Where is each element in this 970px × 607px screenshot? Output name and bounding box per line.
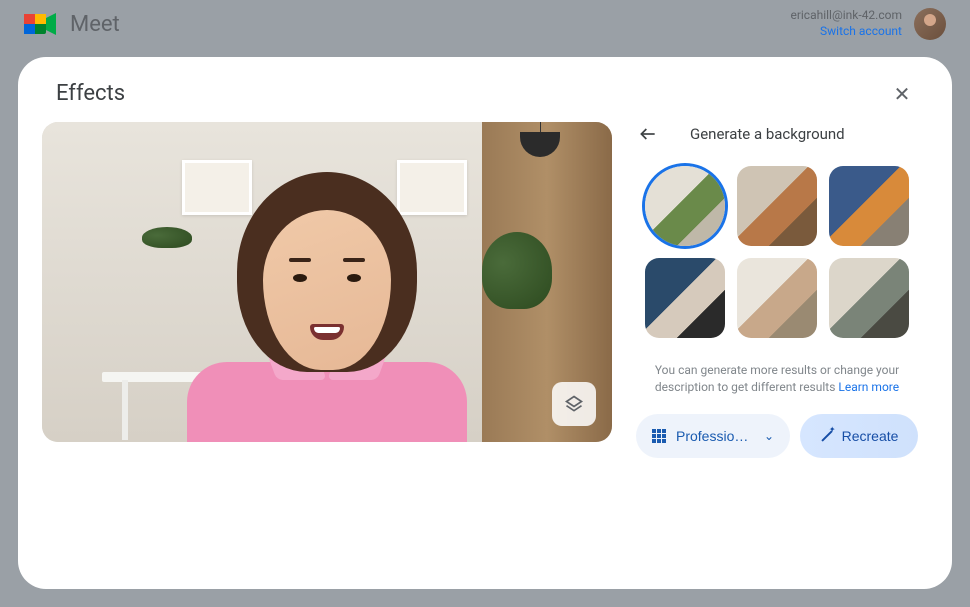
close-icon[interactable]: ✕	[890, 82, 914, 106]
product-name: Meet	[70, 12, 120, 37]
meet-logo-icon	[24, 10, 60, 38]
background-option-bright-office[interactable]	[737, 258, 817, 338]
bg-plant	[142, 227, 192, 257]
header-left: Meet	[24, 10, 120, 38]
modal-header: Effects ✕	[38, 81, 932, 122]
recreate-button[interactable]: Recreate	[800, 414, 918, 458]
account-info: ericahill@ink-42.com Switch account	[790, 8, 902, 39]
background-grid	[636, 166, 918, 338]
panel-title: Generate a background	[690, 125, 845, 143]
wand-icon	[820, 429, 834, 443]
panel-header: Generate a background	[636, 122, 918, 146]
app-header: Meet ericahill@ink-42.com Switch account	[0, 0, 970, 48]
person	[187, 162, 467, 442]
background-option-meeting-room[interactable]	[829, 166, 909, 246]
background-option-office-plants[interactable]	[645, 166, 725, 246]
hint-text: You can generate more results or change …	[640, 362, 914, 396]
learn-more-link[interactable]: Learn more	[838, 380, 899, 394]
video-preview	[42, 122, 612, 442]
bg-plant	[482, 232, 552, 342]
grid-icon	[652, 429, 666, 443]
header-right: ericahill@ink-42.com Switch account	[790, 8, 946, 40]
modal-title: Effects	[56, 81, 125, 106]
modal-body: Generate a background You can generate m…	[38, 122, 932, 565]
account-email: ericahill@ink-42.com	[790, 8, 902, 24]
background-option-conference[interactable]	[829, 258, 909, 338]
back-icon[interactable]	[636, 122, 660, 146]
style-label: Profession…	[676, 428, 756, 444]
effects-modal: Effects ✕	[18, 57, 952, 589]
layers-icon[interactable]	[552, 382, 596, 426]
generate-panel: Generate a background You can generate m…	[636, 122, 928, 565]
panel-actions: Profession… ⌄ Recreate	[636, 414, 918, 458]
background-option-lounge-art[interactable]	[645, 258, 725, 338]
chevron-down-icon: ⌄	[764, 429, 774, 443]
avatar[interactable]	[914, 8, 946, 40]
recreate-label: Recreate	[842, 428, 899, 444]
style-dropdown[interactable]: Profession… ⌄	[636, 414, 790, 458]
switch-account-link[interactable]: Switch account	[790, 24, 902, 40]
background-option-living-room[interactable]	[737, 166, 817, 246]
